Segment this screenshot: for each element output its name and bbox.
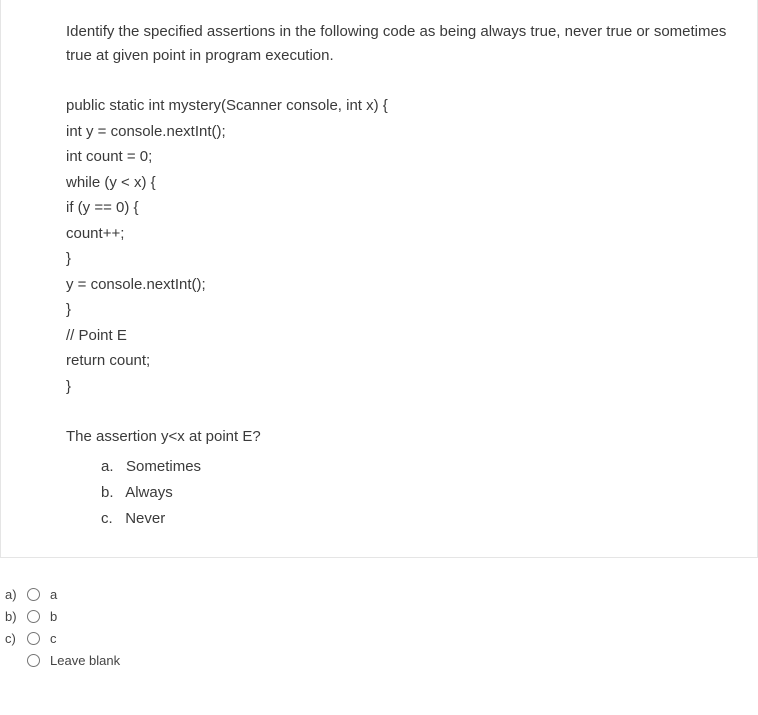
answer-label: a) xyxy=(5,587,27,602)
assertion-option-label: a. xyxy=(101,458,114,475)
answer-row-blank: Leave blank xyxy=(5,649,758,671)
answer-label: b) xyxy=(5,609,27,624)
assertion-option-label: b. xyxy=(101,484,114,501)
question-intro: Identify the specified assertions in the… xyxy=(66,20,727,68)
answer-row-b: b) b xyxy=(5,605,758,627)
assertion-option-text: Sometimes xyxy=(126,458,201,475)
assertion-option: c. Never xyxy=(101,506,727,532)
answer-row-a: a) a xyxy=(5,583,758,605)
code-line: } xyxy=(66,297,727,323)
code-line: } xyxy=(66,374,727,400)
code-line: int y = console.nextInt(); xyxy=(66,119,727,145)
radio-option-b[interactable] xyxy=(27,610,40,623)
answer-text: a xyxy=(50,587,57,602)
radio-option-blank[interactable] xyxy=(27,654,40,667)
code-line: count++; xyxy=(66,221,727,247)
assertion-option-text: Always xyxy=(125,484,173,501)
code-line: public static int mystery(Scanner consol… xyxy=(66,93,727,119)
answer-text: c xyxy=(50,631,57,646)
code-line: while (y < x) { xyxy=(66,170,727,196)
answer-row-c: c) c xyxy=(5,627,758,649)
code-line: } xyxy=(66,246,727,272)
assertion-option-label: c. xyxy=(101,510,113,527)
assertion-question: The assertion y<x at point E? xyxy=(66,424,727,450)
answer-section: a) a b) b c) c Leave blank xyxy=(0,578,758,681)
code-line: return count; xyxy=(66,348,727,374)
code-line: int count = 0; xyxy=(66,144,727,170)
answer-text: b xyxy=(50,609,57,624)
code-line: // Point E xyxy=(66,323,727,349)
radio-option-c[interactable] xyxy=(27,632,40,645)
code-line: y = console.nextInt(); xyxy=(66,272,727,298)
question-container: Identify the specified assertions in the… xyxy=(0,0,758,558)
answer-label: c) xyxy=(5,631,27,646)
assertion-option: b. Always xyxy=(101,480,727,506)
assertion-options-list: a. Sometimes b. Always c. Never xyxy=(66,454,727,533)
radio-option-a[interactable] xyxy=(27,588,40,601)
code-line: if (y == 0) { xyxy=(66,195,727,221)
assertion-option-text: Never xyxy=(125,510,165,527)
assertion-option: a. Sometimes xyxy=(101,454,727,480)
leave-blank-text: Leave blank xyxy=(50,653,120,668)
code-block: public static int mystery(Scanner consol… xyxy=(66,93,727,399)
